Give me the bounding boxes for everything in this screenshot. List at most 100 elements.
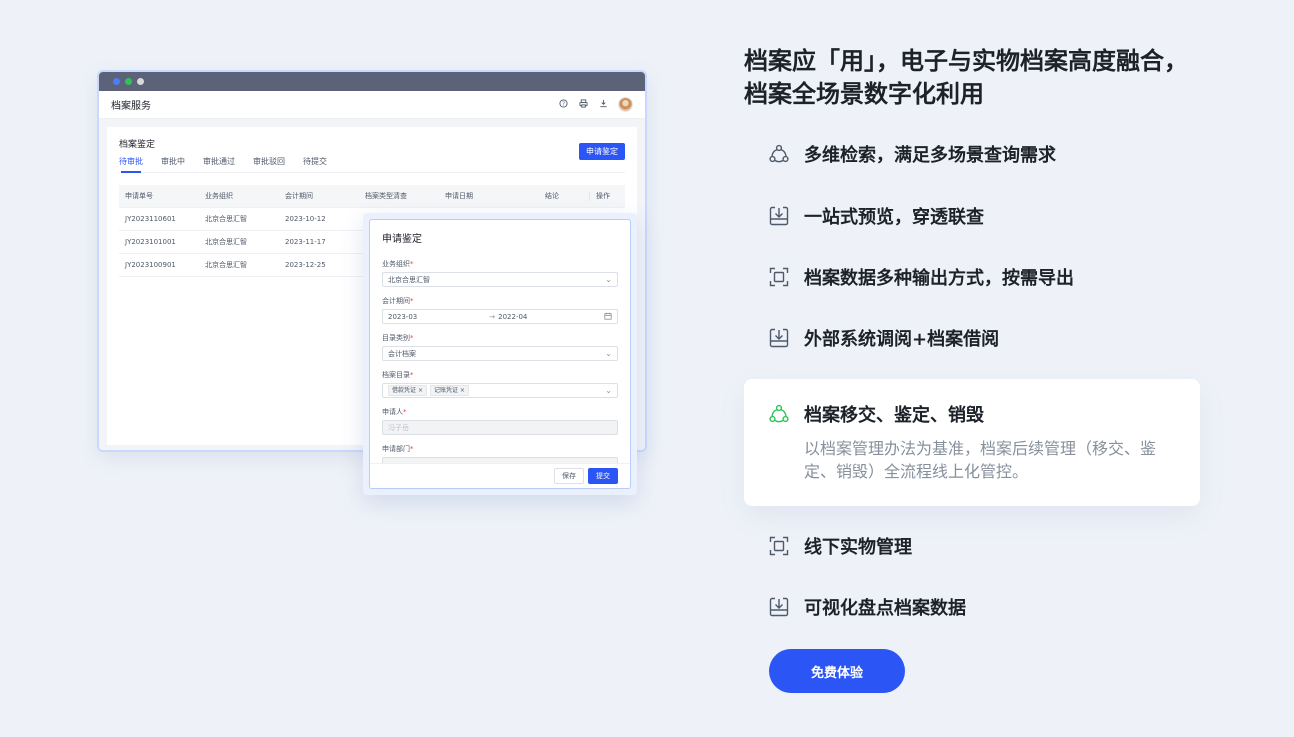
dialog-title: 申请鉴定 bbox=[382, 234, 422, 245]
tray-download-icon bbox=[768, 205, 790, 227]
feature-item-external-access[interactable]: 外部系统调阅+档案借阅 bbox=[768, 326, 999, 350]
headline-line-1: 档案应「用」，电子与实物档案高度融合， bbox=[744, 47, 1188, 75]
download-icon[interactable] bbox=[598, 99, 608, 111]
feature-row: 档案移交、鉴定、销毁 bbox=[768, 401, 984, 427]
cell-org: 北京合思汇智 bbox=[205, 215, 247, 223]
required-mark: * bbox=[410, 371, 414, 379]
chevron-down-icon: ⌄ bbox=[605, 386, 612, 395]
app-header: 档案服务 ? bbox=[99, 91, 645, 119]
feature-item-transfer-active[interactable]: 档案移交、鉴定、销毁 以档案管理办法为基准，档案后续管理（移交、鉴定、销毁）全流… bbox=[744, 379, 1200, 506]
field-org: 业务组织* 北京合思汇智 ⌄ bbox=[382, 259, 618, 287]
nodes-icon bbox=[768, 403, 790, 425]
tab-in-review[interactable]: 审批中 bbox=[161, 156, 185, 167]
field-applicant: 申请人* 冯子岳 bbox=[382, 407, 618, 435]
required-mark: * bbox=[410, 334, 414, 342]
header-icons: ? bbox=[558, 97, 633, 112]
applicant-label: 申请人 bbox=[382, 408, 403, 416]
cell-period: 2023-12-25 bbox=[285, 261, 326, 269]
feature-item-inventory[interactable]: 可视化盘点档案数据 bbox=[768, 595, 966, 619]
apply-appraisal-button[interactable]: 申请鉴定 bbox=[579, 143, 625, 160]
tab-rejected[interactable]: 审批驳回 bbox=[253, 156, 285, 167]
col-header: 申请日期 bbox=[445, 192, 473, 200]
close-icon[interactable]: × bbox=[460, 387, 465, 394]
arrow-right-icon: → bbox=[489, 312, 496, 321]
free-trial-button[interactable]: 免费体验 bbox=[769, 649, 905, 693]
category-label: 目录类别 bbox=[382, 334, 410, 342]
submit-button[interactable]: 提交 bbox=[588, 468, 618, 484]
applicant-input: 冯子岳 bbox=[382, 420, 618, 435]
cell-period: 2023-11-17 bbox=[285, 238, 326, 246]
frame-focus-icon bbox=[768, 266, 790, 288]
col-header: 操作 bbox=[589, 191, 619, 201]
col-header: 业务组织 bbox=[205, 192, 233, 200]
close-icon[interactable]: × bbox=[418, 387, 423, 394]
catalog-tag[interactable]: 记账凭证 × bbox=[429, 385, 469, 396]
feature-label: 档案移交、鉴定、销毁 bbox=[804, 405, 984, 426]
required-mark: * bbox=[403, 408, 407, 416]
tray-download-icon bbox=[768, 327, 790, 349]
apply-dialog: 申请鉴定 业务组织* 北京合思汇智 ⌄ 会计期间* 2023-03 → 2022… bbox=[369, 219, 631, 489]
tag-label: 记账凭证 bbox=[433, 387, 458, 394]
cell-id: JY2023101001 bbox=[125, 238, 176, 246]
org-select[interactable]: 北京合思汇智 ⌄ bbox=[382, 272, 618, 287]
dialog-footer: 保存 提交 bbox=[370, 463, 630, 488]
required-mark: * bbox=[410, 260, 414, 268]
window-dot-blue bbox=[113, 78, 120, 85]
window-title-bar bbox=[99, 72, 645, 91]
tab-approved[interactable]: 审批通过 bbox=[203, 156, 235, 167]
org-label: 业务组织 bbox=[382, 260, 410, 268]
category-value: 会计档案 bbox=[388, 349, 416, 358]
col-header: 结论 bbox=[545, 192, 559, 200]
tag-label: 借款凭证 bbox=[392, 387, 417, 394]
frame-focus-icon bbox=[768, 535, 790, 557]
feature-label: 线下实物管理 bbox=[804, 537, 912, 558]
save-button[interactable]: 保存 bbox=[554, 468, 584, 484]
table-header-row: 申请单号 业务组织 会计期间 档案类型清查 申请日期 结论 操作 bbox=[119, 185, 625, 208]
required-mark: * bbox=[410, 445, 414, 453]
col-header: 档案类型清查 bbox=[365, 192, 407, 200]
cell-id: JY2023110601 bbox=[125, 215, 176, 223]
help-icon[interactable]: ? bbox=[558, 98, 568, 111]
app-title: 档案服务 bbox=[111, 101, 151, 112]
feature-label: 可视化盘点档案数据 bbox=[804, 598, 966, 619]
cell-org: 北京合思汇智 bbox=[205, 238, 247, 246]
col-header: 申请单号 bbox=[125, 192, 153, 200]
field-catalog: 档案目录* 借款凭证 × 记账凭证 × ⌄ bbox=[382, 370, 618, 398]
period-end[interactable]: 2022-04 bbox=[498, 313, 527, 321]
chevron-down-icon: ⌄ bbox=[605, 349, 612, 358]
feature-label: 档案数据多种输出方式，按需导出 bbox=[804, 268, 1074, 289]
catalog-multiselect[interactable]: 借款凭证 × 记账凭证 × ⌄ bbox=[382, 383, 618, 398]
user-avatar[interactable] bbox=[618, 97, 633, 112]
feature-label: 多维检索，满足多场景查询需求 bbox=[804, 145, 1056, 166]
feature-description: 以档案管理办法为基准，档案后续管理（移交、鉴定、销毁）全流程线上化管控。 bbox=[804, 439, 1157, 481]
feature-item-offline[interactable]: 线下实物管理 bbox=[768, 534, 912, 558]
tab-pending[interactable]: 待审批 bbox=[119, 156, 143, 173]
apply-dialog-frame: 申请鉴定 业务组织* 北京合思汇智 ⌄ 会计期间* 2023-03 → 2022… bbox=[363, 213, 637, 495]
status-tabs: 待审批 审批中 审批通过 审批驳回 待提交 bbox=[119, 156, 625, 173]
cell-id: JY2023100901 bbox=[125, 261, 176, 269]
cell-org: 北京合思汇智 bbox=[205, 261, 247, 269]
dept-label: 申请部门 bbox=[382, 445, 410, 453]
catalog-label: 档案目录 bbox=[382, 371, 410, 379]
required-mark: * bbox=[410, 297, 414, 305]
field-period: 会计期间* 2023-03 → 2022-04 bbox=[382, 296, 618, 324]
org-value: 北京合思汇智 bbox=[388, 275, 430, 284]
tray-download-icon bbox=[768, 596, 790, 618]
applicant-value: 冯子岳 bbox=[388, 423, 409, 432]
feature-item-export[interactable]: 档案数据多种输出方式，按需导出 bbox=[768, 265, 1074, 289]
calendar-icon bbox=[604, 312, 612, 322]
section-headline: 档案应「用」，电子与实物档案高度融合， 档案全场景数字化利用 bbox=[744, 45, 1214, 111]
period-start[interactable]: 2023-03 bbox=[388, 313, 417, 321]
catalog-tag[interactable]: 借款凭证 × bbox=[388, 385, 427, 396]
print-icon[interactable] bbox=[578, 98, 588, 111]
card-title: 档案鉴定 bbox=[119, 140, 156, 150]
tab-to-submit[interactable]: 待提交 bbox=[303, 156, 327, 167]
field-category: 目录类别* 会计档案 ⌄ bbox=[382, 333, 618, 361]
nodes-icon bbox=[768, 143, 790, 165]
feature-item-preview[interactable]: 一站式预览，穿透联查 bbox=[768, 204, 984, 228]
category-select[interactable]: 会计档案 ⌄ bbox=[382, 346, 618, 361]
period-range-picker[interactable]: 2023-03 → 2022-04 bbox=[382, 309, 618, 324]
feature-item-search[interactable]: 多维检索，满足多场景查询需求 bbox=[768, 142, 1056, 166]
feature-label: 一站式预览，穿透联查 bbox=[804, 207, 984, 228]
svg-text:?: ? bbox=[562, 101, 565, 107]
